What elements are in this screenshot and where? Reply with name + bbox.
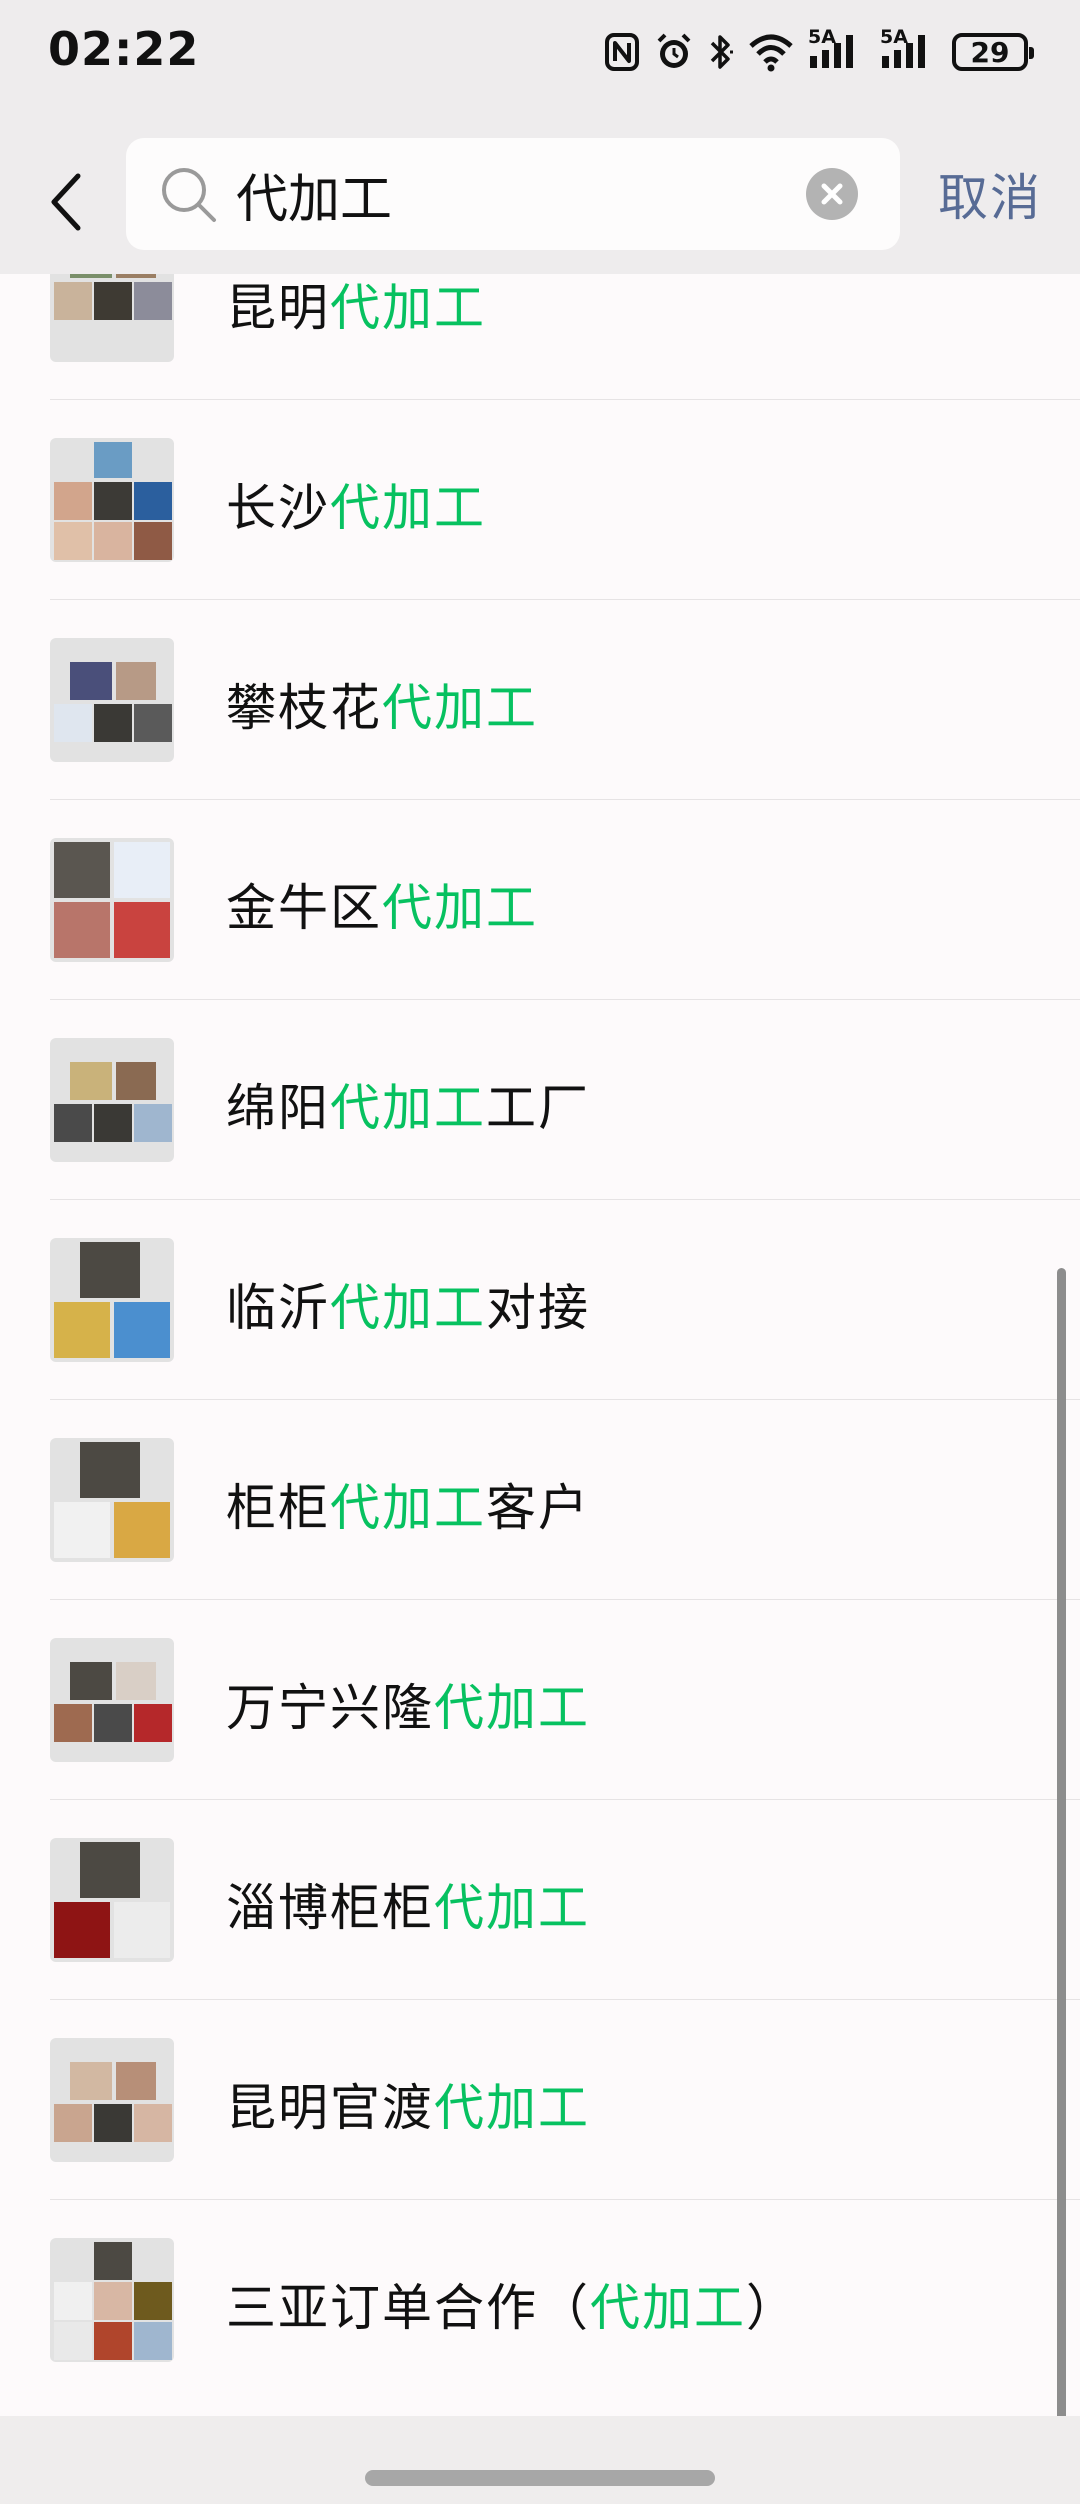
list-item[interactable]: 长沙代加工: [0, 400, 1080, 600]
alarm-icon: [657, 33, 691, 68]
result-title: 长沙代加工: [226, 479, 486, 537]
group-avatar: [50, 1638, 174, 1762]
back-arrow-icon: [51, 173, 81, 231]
group-avatar: [50, 1438, 174, 1562]
list-item[interactable]: 金牛区代加工: [0, 800, 1080, 1000]
list-item[interactable]: 万宁兴隆代加工: [0, 1600, 1080, 1800]
group-avatar: [50, 2038, 174, 2162]
battery-level: 29: [970, 35, 1010, 69]
list-item[interactable]: 柜柜代加工客户: [0, 1400, 1080, 1600]
group-avatar: [50, 274, 174, 362]
status-bar: 02:22 5A 5A 29: [0, 0, 1080, 110]
search-header: 取消: [0, 110, 1080, 274]
group-avatar: [50, 638, 174, 762]
result-title: 昆明官渡代加工: [226, 2079, 590, 2137]
result-title: 淄博柜柜代加工: [226, 1879, 590, 1937]
bottom-bar: [0, 2416, 1080, 2504]
search-icon: [162, 168, 216, 222]
back-button[interactable]: [42, 168, 92, 238]
list-item[interactable]: 临沂代加工对接: [0, 1200, 1080, 1400]
search-box[interactable]: [126, 138, 900, 250]
list-item[interactable]: 绵阳代加工工厂: [0, 1000, 1080, 1200]
result-title: 绵阳代加工工厂: [226, 1079, 590, 1137]
group-avatar: [50, 1838, 174, 1962]
wifi-icon: [749, 34, 793, 72]
search-input[interactable]: [236, 156, 796, 232]
battery-icon: 29: [952, 33, 1034, 71]
list-item[interactable]: 昆明官渡代加工: [0, 2000, 1080, 2200]
list-item[interactable]: 三亚订单合作（代加工）: [0, 2200, 1080, 2400]
result-title: 临沂代加工对接: [226, 1279, 590, 1337]
signal-icon: 5A: [808, 26, 866, 74]
group-avatar: [50, 1038, 174, 1162]
signal-icon: 5A: [880, 26, 938, 74]
nfc-icon: [605, 33, 639, 71]
group-avatar: [50, 1238, 174, 1362]
bluetooth-icon: [710, 35, 733, 69]
status-icons: 5A 5A 29: [604, 26, 1034, 74]
scrollbar[interactable]: [1057, 1268, 1066, 2504]
group-avatar: [50, 2238, 174, 2362]
result-title: 柜柜代加工客户: [226, 1479, 590, 1537]
list-item[interactable]: 攀枝花代加工: [0, 600, 1080, 800]
list-item[interactable]: 淄博柜柜代加工: [0, 1800, 1080, 2000]
status-time: 02:22: [48, 22, 200, 76]
result-title: 昆明代加工: [226, 279, 486, 337]
search-results-list: 昆明代加工 长沙代加工 攀枝花代加工 金牛区代加工 绵阳代加工工厂 临沂代加工对…: [0, 274, 1080, 2416]
clear-search-icon[interactable]: [806, 168, 858, 220]
group-avatar: [50, 438, 174, 562]
list-item[interactable]: 昆明代加工: [0, 274, 1080, 400]
result-title: 三亚订单合作（代加工）: [226, 2279, 798, 2337]
cancel-button[interactable]: 取消: [938, 158, 1042, 230]
result-title: 万宁兴隆代加工: [226, 1679, 590, 1737]
home-indicator[interactable]: [365, 2470, 715, 2486]
result-title: 攀枝花代加工: [226, 679, 538, 737]
group-avatar: [50, 838, 174, 962]
result-title: 金牛区代加工: [226, 879, 538, 937]
